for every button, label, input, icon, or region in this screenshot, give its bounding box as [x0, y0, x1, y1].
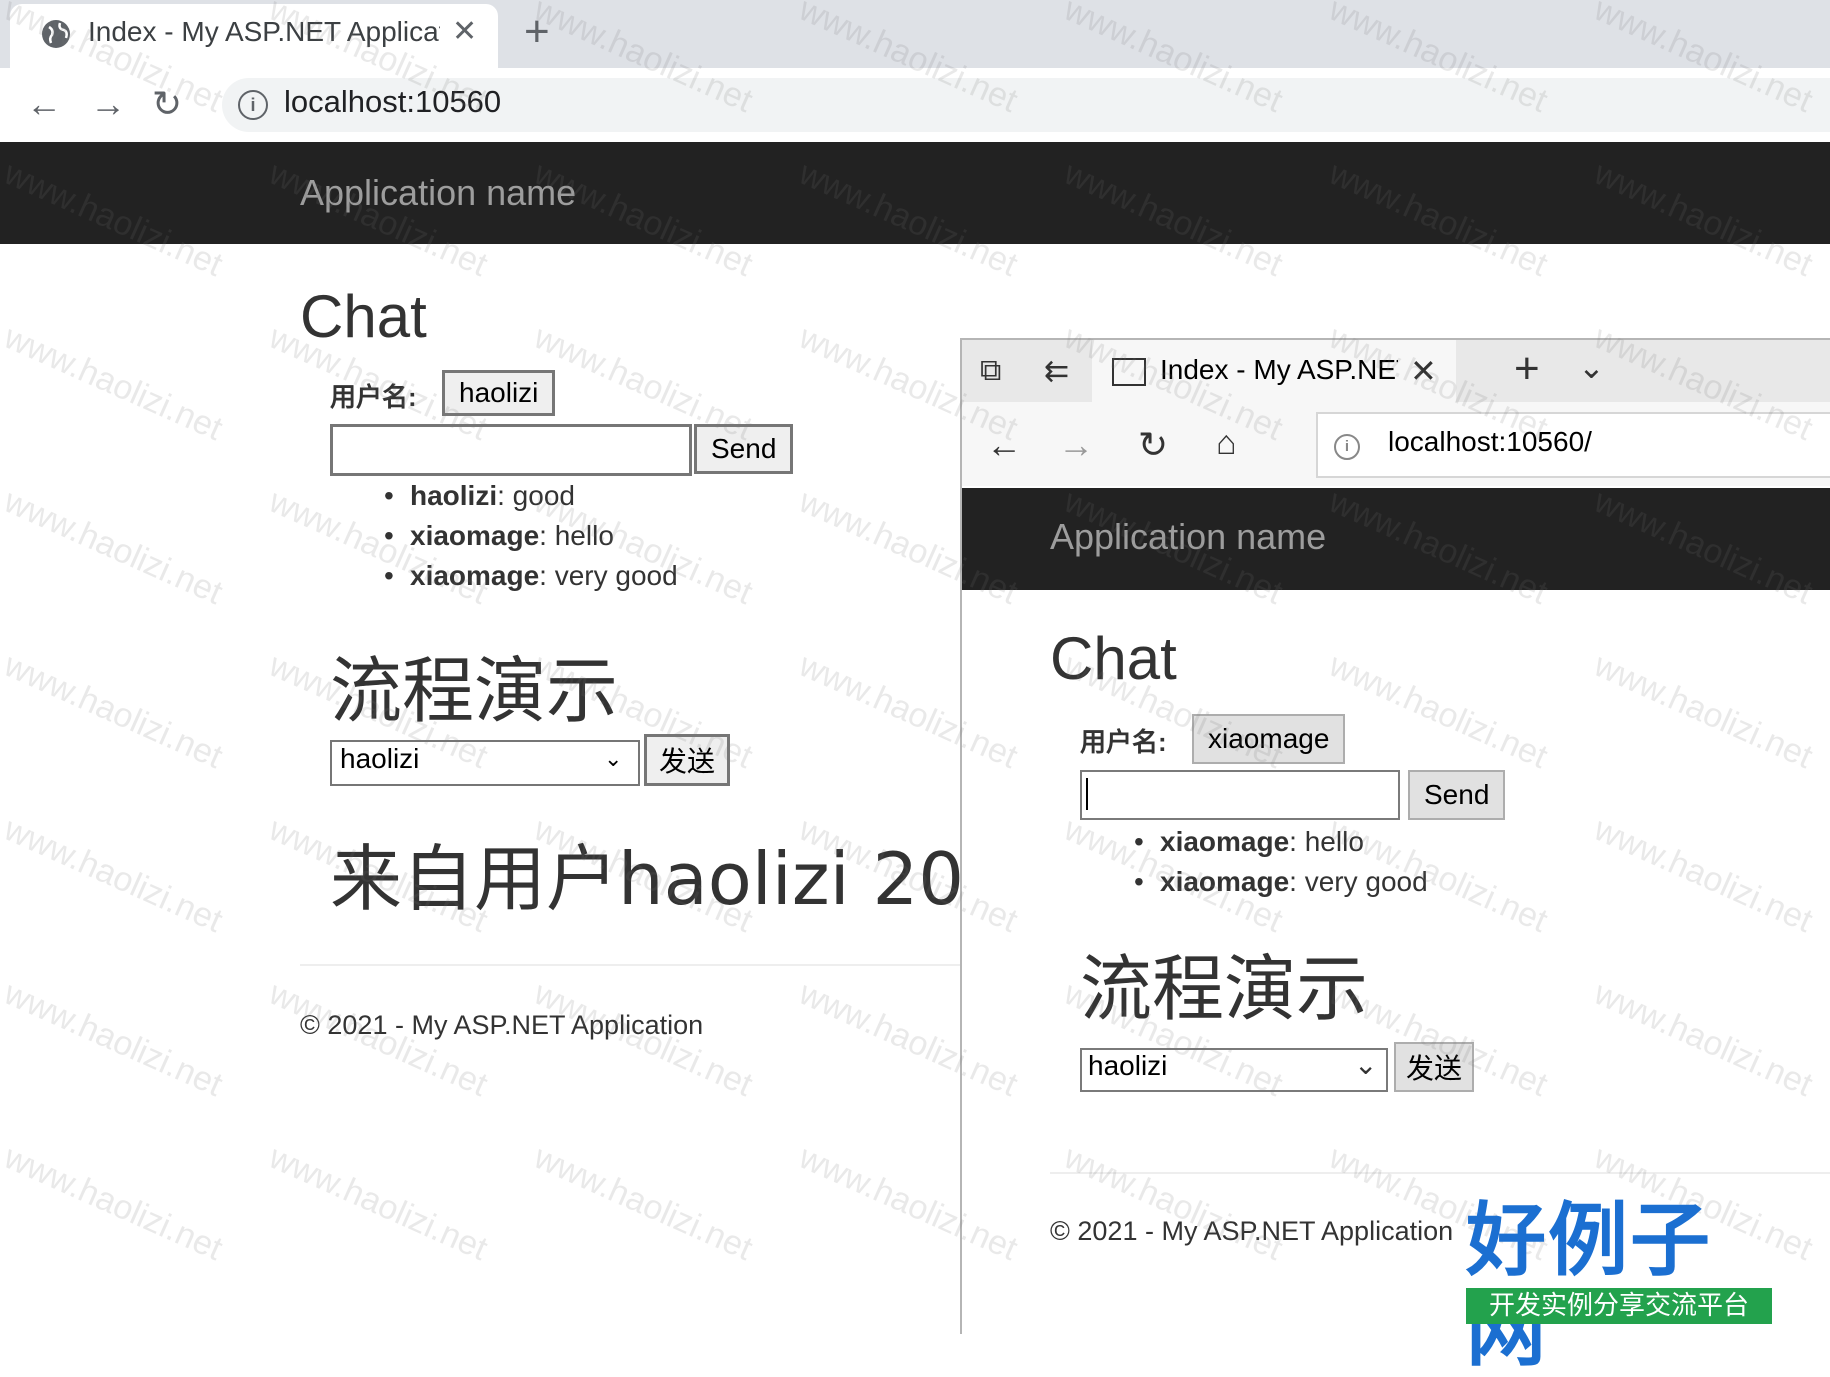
- chevron-down-icon[interactable]: ⌄: [604, 746, 622, 772]
- message-list: haolizi: good xiaomage: hello xiaomage: …: [384, 476, 678, 596]
- username-label: 用户名:: [330, 382, 417, 412]
- site-navbar: [0, 142, 1830, 244]
- page-icon: [1112, 358, 1146, 386]
- flow-demo-heading: 流程演示: [330, 649, 619, 733]
- edge-tab-title: Index - My ASP.NET Ap|: [1160, 354, 1398, 385]
- username-label: 用户名:: [1080, 727, 1167, 757]
- username-button[interactable]: xiaomage: [1192, 714, 1346, 764]
- chevron-down-icon[interactable]: ⌄: [1578, 348, 1605, 386]
- forward-arrow-icon[interactable]: →: [1058, 424, 1094, 466]
- message-list: xiaomage: hello xiaomage: very good: [1134, 822, 1428, 902]
- navbar-brand[interactable]: Application name: [300, 172, 576, 214]
- watermark-text: www.haolizi.net: [263, 1138, 494, 1269]
- flow-demo-heading: 流程演示: [1080, 947, 1369, 1031]
- message-text: : hello: [1289, 826, 1364, 857]
- divider: [300, 964, 970, 966]
- watermark-text: www.haolizi.net: [0, 810, 229, 941]
- username-button[interactable]: haolizi: [442, 370, 556, 416]
- list-item: xiaomage: hello: [384, 516, 678, 556]
- back-arrow-icon[interactable]: ←: [26, 84, 62, 124]
- info-icon[interactable]: i: [1334, 434, 1360, 460]
- watermark-text: www.haolizi.net: [0, 482, 229, 613]
- logo-subtitle: 开发实例分享交流平台: [1466, 1288, 1772, 1324]
- message-user: haolizi: [410, 480, 498, 511]
- logo-title: 好例子网: [1466, 1194, 1712, 1377]
- message-user: xiaomage: [1160, 866, 1290, 897]
- reload-icon[interactable]: ↻: [152, 84, 182, 124]
- received-message-heading: 来自用户haolizi 202: [330, 837, 970, 921]
- user-select-value[interactable]: haolizi: [340, 743, 419, 775]
- info-icon[interactable]: i: [238, 90, 268, 120]
- send-button[interactable]: Send: [694, 424, 794, 474]
- url-text[interactable]: localhost:10560/: [1388, 426, 1592, 458]
- chevron-down-icon[interactable]: ⌄: [1354, 1048, 1377, 1081]
- footer-text: © 2021 - My ASP.NET Application: [300, 1010, 704, 1040]
- send-button[interactable]: Send: [1408, 770, 1506, 820]
- chrome-tab-title: Index - My ASP.NET Applicatio: [88, 16, 440, 47]
- new-tab-button[interactable]: +: [524, 8, 550, 56]
- url-text[interactable]: localhost:10560: [284, 84, 501, 120]
- edge-window: ⧉ ⇇ Index - My ASP.NET Ap| ✕ + ⌄ ← → ↻ ⌂…: [960, 338, 1830, 1334]
- list-item: xiaomage: very good: [1134, 862, 1428, 902]
- message-text: : hello: [539, 520, 614, 551]
- message-user: xiaomage: [410, 560, 540, 591]
- fasong-button[interactable]: 发送: [1394, 1042, 1475, 1092]
- set-aside-tabs-icon[interactable]: ⇇: [1044, 354, 1069, 389]
- navbar-brand[interactable]: Application name: [1050, 516, 1326, 558]
- back-arrow-icon[interactable]: ←: [986, 424, 1022, 466]
- watermark-text: www.haolizi.net: [0, 1138, 229, 1269]
- tab-manager-icon[interactable]: ⧉: [980, 354, 1001, 388]
- refresh-icon[interactable]: ↻: [1138, 424, 1168, 466]
- message-input[interactable]: [1080, 770, 1400, 820]
- message-user: xiaomage: [1160, 826, 1290, 857]
- message-text: : good: [497, 480, 575, 511]
- message-text: : very good: [1289, 866, 1428, 897]
- fasong-button[interactable]: 发送: [644, 734, 731, 786]
- globe-icon: [42, 20, 70, 48]
- close-icon[interactable]: ✕: [1410, 352, 1437, 390]
- close-icon[interactable]: ✕: [452, 14, 477, 49]
- list-item: xiaomage: very good: [384, 556, 678, 596]
- page-title: Chat: [300, 283, 427, 350]
- forward-arrow-icon[interactable]: →: [90, 84, 126, 124]
- list-item: haolizi: good: [384, 476, 678, 516]
- home-icon[interactable]: ⌂: [1216, 424, 1237, 463]
- new-tab-button[interactable]: +: [1514, 344, 1540, 394]
- text-caret: [1086, 778, 1088, 810]
- watermark-text: www.haolizi.net: [0, 974, 229, 1105]
- footer-text: © 2021 - My ASP.NET Application: [1050, 1216, 1454, 1246]
- list-item: xiaomage: hello: [1134, 822, 1428, 862]
- user-select-value[interactable]: haolizi: [1088, 1050, 1167, 1082]
- watermark-text: www.haolizi.net: [0, 318, 229, 449]
- watermark-text: www.haolizi.net: [0, 646, 229, 777]
- page-title: Chat: [1050, 625, 1177, 692]
- message-user: xiaomage: [410, 520, 540, 551]
- message-text: : very good: [539, 560, 678, 591]
- divider: [1050, 1172, 1830, 1174]
- watermark-text: www.haolizi.net: [528, 1138, 759, 1269]
- message-input[interactable]: [330, 424, 692, 476]
